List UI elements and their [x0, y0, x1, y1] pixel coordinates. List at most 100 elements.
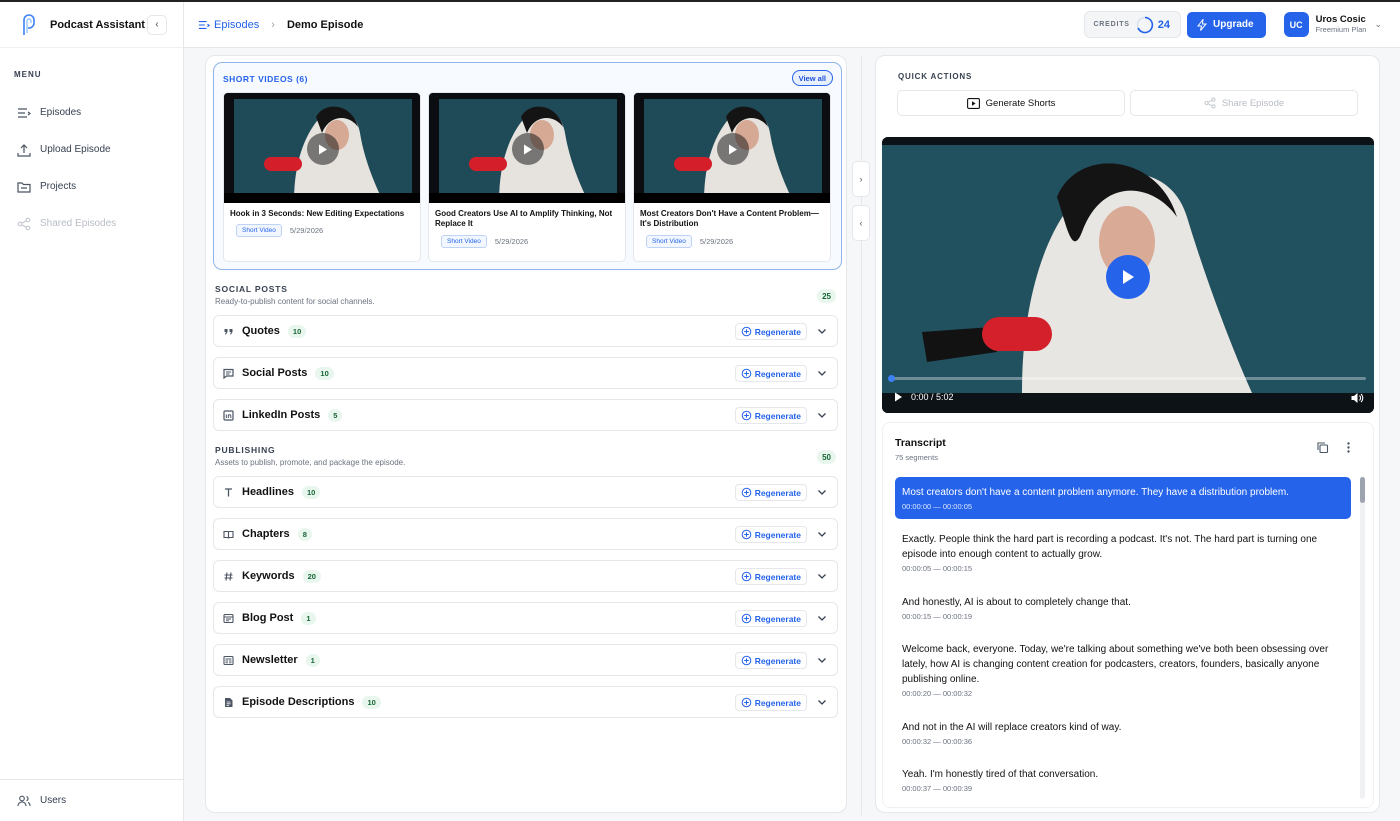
sidebar-item-label: Projects	[40, 181, 77, 192]
transcript-segment[interactable]: And honestly, AI is about to completely …	[895, 587, 1351, 629]
expand-right-handle[interactable]: ›	[852, 161, 870, 197]
document-icon	[225, 697, 233, 707]
video-icon	[966, 97, 980, 109]
play-icon[interactable]	[307, 133, 339, 165]
video-thumbnail[interactable]	[634, 93, 830, 203]
video-player[interactable]: 0:00 / 5:02	[882, 137, 1374, 413]
avatar[interactable]: UC	[1283, 12, 1309, 37]
regenerate-button[interactable]: Regenerate	[734, 323, 807, 340]
quotes-row[interactable]: Quotes 10 Regenerate	[213, 315, 838, 347]
transcript-segment[interactable]: And not in the AI will replace creators …	[895, 712, 1351, 754]
regenerate-button[interactable]: Regenerate	[734, 526, 807, 543]
brand-name: Podcast Assistant	[50, 18, 145, 31]
copy-icon[interactable]	[1316, 441, 1329, 454]
play-icon[interactable]	[717, 133, 749, 165]
play-icon[interactable]	[512, 133, 544, 165]
transcript-scrollbar[interactable]	[1360, 477, 1365, 799]
regenerate-button[interactable]: Regenerate	[734, 568, 807, 585]
sidebar-item-projects[interactable]: Projects	[0, 168, 183, 205]
generate-shorts-button[interactable]: Generate Shorts	[897, 90, 1125, 116]
play-icon[interactable]	[894, 392, 903, 402]
row-label: Chapters	[242, 528, 290, 540]
chevron-right-icon: ›	[859, 174, 863, 184]
volume-icon[interactable]	[1350, 391, 1364, 405]
episode-descriptions-row[interactable]: Episode Descriptions 10 Regenerate	[213, 686, 838, 718]
top-header: Episodes › Demo Episode CREDITS 24 Upgra…	[184, 2, 1400, 48]
user-info[interactable]: Uros Cosic Freemium Plan	[1316, 14, 1367, 35]
video-thumbnail[interactable]	[429, 93, 625, 203]
row-count-badge: 10	[315, 366, 334, 380]
quick-actions-title: QUICK ACTIONS	[898, 72, 973, 81]
transcript-segment[interactable]: Exactly. People think the hard part is r…	[895, 524, 1351, 581]
view-all-button[interactable]: View all	[791, 70, 833, 86]
sidebar-item-upload-episode[interactable]: Upload Episode	[0, 131, 183, 168]
chevron-down-icon[interactable]	[817, 487, 827, 497]
header-actions: CREDITS 24 Upgrade UC Uros Cosic Freemiu…	[1084, 11, 1382, 38]
section-subtitle: Ready-to-publish content for social chan…	[215, 297, 375, 306]
credits-value: 24	[1157, 18, 1171, 31]
social-posts-row[interactable]: Social Posts 10 Regenerate	[213, 357, 838, 389]
chevron-down-icon[interactable]	[817, 655, 827, 665]
upload-icon	[17, 143, 31, 157]
row-label: Blog Post	[242, 612, 294, 624]
scrollbar-thumb[interactable]	[1360, 477, 1365, 503]
linkedin-posts-row[interactable]: LinkedIn Posts 5 Regenerate	[213, 399, 838, 431]
keywords-row[interactable]: Keywords 20 Regenerate	[213, 560, 838, 592]
chevron-down-icon[interactable]	[817, 529, 827, 539]
sidebar-item-users[interactable]: Users	[0, 779, 183, 821]
upgrade-button[interactable]: Upgrade	[1187, 11, 1266, 38]
sidebar: Podcast Assistant ‹ MENU Episodes Upload…	[0, 2, 184, 821]
podcast-logo-icon	[23, 13, 35, 35]
short-video-card[interactable]: Most Creators Don't Have a Content Probl…	[633, 92, 831, 262]
row-label: Quotes	[242, 325, 280, 337]
transcript-segment[interactable]: Welcome back, everyone. Today, we're tal…	[895, 634, 1351, 706]
short-video-card[interactable]: Hook in 3 Seconds: New Editing Expectati…	[223, 92, 421, 262]
short-videos-section: SHORT VIDEOS (6) View all Hook in 3 Seco…	[213, 62, 842, 270]
video-thumbnail[interactable]	[224, 93, 420, 203]
chevron-down-icon[interactable]	[817, 571, 827, 581]
credits-indicator[interactable]: CREDITS 24	[1084, 11, 1182, 38]
regenerate-label: Regenerate	[754, 487, 801, 498]
regenerate-label: Regenerate	[754, 529, 801, 540]
short-video-card[interactable]: Good Creators Use AI to Amplify Thinking…	[428, 92, 626, 262]
chevron-down-icon[interactable]	[817, 410, 827, 420]
blog-post-row[interactable]: Blog Post 1 Regenerate	[213, 602, 838, 634]
sidebar-item-episodes[interactable]: Episodes	[0, 94, 183, 131]
row-count-badge: 5	[328, 408, 343, 422]
video-progress-bar[interactable]	[888, 375, 1366, 382]
collapse-sidebar-button[interactable]: ‹	[147, 14, 167, 35]
lightning-icon	[1197, 18, 1208, 31]
chevron-down-icon[interactable]	[817, 326, 827, 336]
regenerate-button[interactable]: Regenerate	[734, 365, 807, 382]
transcript-segment[interactable]: Most creators don't have a content probl…	[895, 477, 1351, 519]
row-count-badge: 10	[301, 485, 321, 499]
headlines-row[interactable]: Headlines 10 Regenerate	[213, 476, 838, 508]
transcript-segment[interactable]: Yeah. I'm honestly tired of that convers…	[895, 759, 1351, 801]
regenerate-button[interactable]: Regenerate	[734, 484, 807, 501]
sidebar-item-label: Shared Episodes	[40, 218, 117, 229]
regenerate-button[interactable]: Regenerate	[734, 694, 807, 711]
chapters-row[interactable]: Chapters 8 Regenerate	[213, 518, 838, 550]
refresh-icon	[741, 655, 751, 666]
chevron-down-icon[interactable]: ⌄	[1374, 19, 1382, 30]
expand-left-handle[interactable]: ‹	[852, 205, 870, 241]
section-count-badge: 25	[817, 289, 836, 303]
newsletter-row[interactable]: Newsletter 1 Regenerate	[213, 644, 838, 676]
short-video-date: 5/29/2026	[494, 236, 529, 246]
chevron-down-icon[interactable]	[817, 697, 827, 707]
play-icon[interactable]	[1106, 255, 1150, 299]
refresh-icon	[741, 697, 751, 708]
share-episode-button[interactable]: Share Episode	[1130, 90, 1358, 116]
sidebar-item-shared-episodes[interactable]: Shared Episodes	[0, 205, 183, 242]
chevron-down-icon[interactable]	[817, 613, 827, 623]
regenerate-button[interactable]: Regenerate	[734, 610, 807, 627]
breadcrumb-episodes-link[interactable]: Episodes	[198, 19, 259, 31]
regenerate-label: Regenerate	[754, 326, 801, 337]
chevron-down-icon[interactable]	[817, 368, 827, 378]
more-vertical-icon[interactable]	[1342, 441, 1355, 454]
segment-time: 00:00:00 — 00:00:05	[902, 502, 973, 511]
regenerate-button[interactable]: Regenerate	[734, 407, 807, 424]
generate-shorts-label: Generate Shorts	[985, 97, 1056, 109]
progress-handle[interactable]	[888, 375, 895, 382]
regenerate-button[interactable]: Regenerate	[734, 652, 807, 669]
